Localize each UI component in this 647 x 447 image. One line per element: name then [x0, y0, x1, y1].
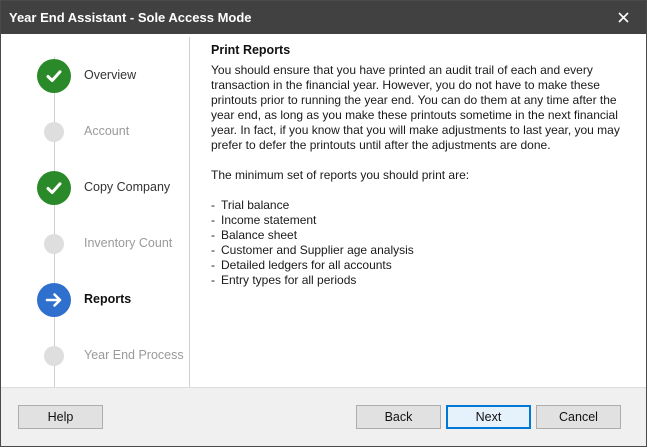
dot-icon [44, 346, 64, 366]
paragraph-line: printouts prior to running the year end.… [211, 93, 617, 107]
window-title: Year End Assistant - Sole Access Mode [9, 10, 252, 25]
step-inventory-count: Inventory Count [37, 227, 187, 263]
close-button[interactable] [600, 1, 646, 34]
arrow-right-icon [37, 283, 71, 317]
paragraph-line: prefer to defer the printouts until afte… [211, 138, 551, 152]
dot-icon [44, 234, 64, 254]
step-label-inventory-count: Inventory Count [84, 236, 173, 250]
list-item: - Customer and Supplier age analysis [211, 243, 414, 257]
next-button[interactable]: Next [446, 405, 531, 429]
list-item: - Entry types for all periods [211, 273, 357, 287]
step-overview: Overview [37, 59, 187, 95]
list-item: - Trial balance [211, 198, 290, 212]
wizard-content: Overview Account Copy Company Inventory … [4, 37, 643, 387]
back-button[interactable]: Back [356, 405, 441, 429]
step-label-copy-company: Copy Company [84, 180, 171, 194]
dot-icon [44, 122, 64, 142]
step-reports: Reports [37, 283, 187, 319]
intro-paragraph: You should ensure that you have printed … [211, 63, 631, 153]
list-item: - Income statement [211, 213, 317, 227]
paragraph-line: year end, as long as you make these prin… [211, 108, 618, 122]
step-copy-company: Copy Company [37, 171, 187, 207]
checkmark-icon [37, 59, 71, 93]
step-account: Account [37, 115, 187, 151]
help-button[interactable]: Help [18, 405, 103, 429]
button-bar: Help Back Next Cancel [1, 387, 646, 446]
main-panel: Print Reports You should ensure that you… [211, 43, 631, 288]
title-bar: Year End Assistant - Sole Access Mode [1, 1, 646, 34]
close-icon [617, 12, 629, 23]
step-label-year-end-process: Year End Process [84, 348, 184, 362]
cancel-button[interactable]: Cancel [536, 405, 621, 429]
paragraph-line: You should ensure that you have printed … [211, 63, 593, 77]
year-end-assistant-window: Year End Assistant - Sole Access Mode Ov… [0, 0, 647, 447]
steps-track-line [54, 57, 55, 387]
paragraph-line: year. In fact, if you know that you will… [211, 123, 620, 137]
steps-sidebar: Overview Account Copy Company Inventory … [4, 37, 190, 387]
step-label-reports: Reports [84, 292, 132, 306]
reports-list: - Trial balance - Income statement - Balanc… [211, 198, 631, 288]
step-label-account: Account [84, 124, 130, 138]
reports-intro-line: The minimum set of reports you should pr… [211, 168, 470, 182]
checkmark-icon [37, 171, 71, 205]
list-item: - Detailed ledgers for all accounts [211, 258, 392, 272]
page-title: Print Reports [211, 43, 291, 57]
step-year-end-process: Year End Process [37, 339, 187, 375]
paragraph-line: transaction in the financial year. Howev… [211, 78, 600, 92]
list-item: - Balance sheet [211, 228, 298, 242]
step-label-overview: Overview [84, 68, 137, 82]
